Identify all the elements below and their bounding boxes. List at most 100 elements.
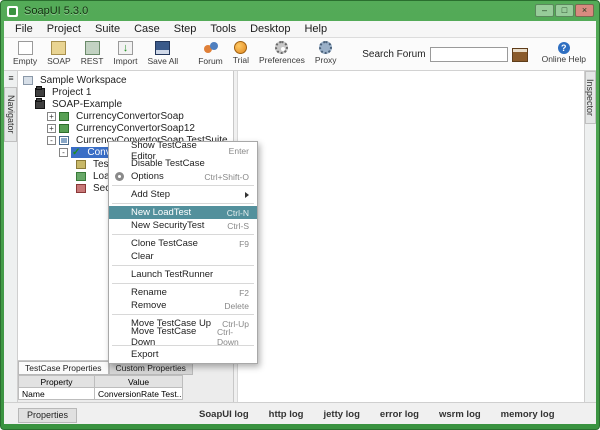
- menu-item-add-step[interactable]: Add Step: [109, 188, 257, 201]
- log-tab-wsrm[interactable]: wsrm log: [429, 407, 491, 424]
- trial-button[interactable]: Trial: [228, 40, 254, 66]
- log-tab-jetty[interactable]: jetty log: [313, 407, 369, 424]
- project-folder-icon: [35, 100, 45, 109]
- menu-item-label: New SecurityTest: [131, 220, 204, 231]
- menu-help[interactable]: Help: [297, 23, 334, 35]
- menu-shortcut: Ctrl-N: [219, 208, 249, 218]
- menu-shortcut: F2: [231, 288, 249, 298]
- menu-desktop[interactable]: Desktop: [243, 23, 297, 35]
- forum-button[interactable]: Forum: [193, 40, 228, 67]
- window-controls: – □ ×: [535, 4, 594, 17]
- toolbar-button-label: Trial: [233, 55, 249, 65]
- trial-icon: [234, 41, 247, 54]
- tab-testcase-properties[interactable]: TestCase Properties: [18, 361, 109, 375]
- menu-item-clear[interactable]: Clear: [109, 250, 257, 263]
- tree-item-currencyconvertorsoap12[interactable]: + CurrencyConvertorSoap12: [18, 122, 233, 134]
- project-folder-icon: [35, 88, 45, 97]
- save-all-button[interactable]: Save All: [142, 40, 183, 67]
- navigator-tab[interactable]: Navigator: [4, 87, 17, 142]
- menu-suite[interactable]: Suite: [88, 23, 127, 35]
- tree-item-label: CurrencyConvertorSoap12: [73, 123, 198, 134]
- menu-step[interactable]: Step: [167, 23, 204, 35]
- tree-item-sample-workspace[interactable]: Sample Workspace: [18, 74, 233, 86]
- import-button[interactable]: ↓ Import: [108, 40, 142, 67]
- expand-toggle-icon[interactable]: +: [47, 112, 56, 121]
- navigator-menu-icon[interactable]: ≡: [5, 73, 17, 83]
- property-name-cell[interactable]: Name: [19, 388, 95, 400]
- property-column-header[interactable]: Property: [19, 376, 95, 388]
- tree-item-project-1[interactable]: Project 1: [18, 86, 233, 98]
- log-tab-http[interactable]: http log: [259, 407, 314, 424]
- testcase-check-icon: ✓: [72, 148, 80, 157]
- search-forum-input[interactable]: [430, 47, 508, 62]
- empty-project-button[interactable]: Empty: [8, 40, 42, 67]
- expand-toggle-icon[interactable]: +: [47, 124, 56, 133]
- properties-table: Property Value Name ConversionRate Test.…: [18, 375, 183, 400]
- menu-shortcut: Enter: [221, 146, 249, 156]
- soap-project-button[interactable]: SOAP: [42, 40, 76, 67]
- toolbar-button-label: Empty: [13, 56, 37, 66]
- tree-item-label: CurrencyConvertorSoap: [73, 111, 187, 122]
- table-row: Name ConversionRate Test...: [19, 388, 183, 400]
- menu-item-label: Clone TestCase: [131, 238, 198, 249]
- tree-item-currencyconvertorsoap[interactable]: + CurrencyConvertorSoap: [18, 110, 233, 122]
- toolbar: Empty SOAP REST ↓ Import Save All Forum: [4, 38, 596, 71]
- menu-project[interactable]: Project: [40, 23, 88, 35]
- toolbar-button-label: REST: [81, 56, 104, 66]
- online-help-button[interactable]: ? Online Help: [542, 40, 586, 64]
- menu-item-move-testcase-down[interactable]: Move TestCase Down Ctrl-Down: [109, 330, 257, 343]
- main-area: ≡ Navigator Sample Workspace Project 1: [4, 71, 596, 402]
- proxy-button[interactable]: Proxy: [310, 40, 342, 66]
- test-steps-icon: [76, 160, 86, 169]
- tree-item-soap-example[interactable]: SOAP-Example: [18, 98, 233, 110]
- menu-item-export[interactable]: Export: [109, 348, 257, 361]
- menu-item-launch-testrunner[interactable]: Launch TestRunner: [109, 268, 257, 281]
- log-tab-memory[interactable]: memory log: [491, 407, 565, 424]
- collapse-toggle-icon[interactable]: -: [59, 148, 68, 157]
- menu-case[interactable]: Case: [127, 23, 167, 35]
- search-forum-go-icon[interactable]: [512, 48, 528, 62]
- property-value-cell[interactable]: ConversionRate Test...: [95, 388, 183, 400]
- log-tab-soapui[interactable]: SoapUI log: [189, 407, 259, 424]
- menu-item-new-loadtest[interactable]: New LoadTest Ctrl-N: [109, 206, 257, 219]
- value-column-header[interactable]: Value: [95, 376, 183, 388]
- window-content: File Project Suite Case Step Tools Deskt…: [4, 21, 596, 424]
- menu-shortcut: Ctrl-Down: [209, 327, 249, 347]
- menu-separator: [112, 283, 254, 284]
- toolbar-button-label: Save All: [147, 56, 178, 66]
- log-tabs: SoapUI log http log jetty log error log …: [189, 407, 565, 424]
- bottom-bar: Properties SoapUI log http log jetty log…: [4, 402, 596, 424]
- menu-item-label: New LoadTest: [131, 207, 191, 218]
- menu-item-rename[interactable]: Rename F2: [109, 286, 257, 299]
- menu-item-remove[interactable]: Remove Delete: [109, 299, 257, 312]
- properties-bottom-tab[interactable]: Properties: [18, 408, 77, 423]
- log-tab-error[interactable]: error log: [370, 407, 429, 424]
- inspector-tab[interactable]: Inspector: [585, 71, 596, 124]
- menu-item-label: Remove: [131, 300, 166, 311]
- rest-project-icon: [85, 41, 100, 55]
- soapui-window: SoapUI 5.3.0 – □ × File Project Suite Ca…: [0, 0, 600, 430]
- menu-item-clone-testcase[interactable]: Clone TestCase F9: [109, 237, 257, 250]
- maximize-button[interactable]: □: [555, 4, 574, 17]
- soapui-logo-icon: [7, 6, 18, 17]
- menu-tools[interactable]: Tools: [203, 23, 243, 35]
- search-forum-label: Search Forum: [362, 49, 425, 60]
- menu-item-new-securitytest[interactable]: New SecurityTest Ctrl-S: [109, 219, 257, 232]
- save-all-icon: [155, 41, 170, 55]
- menu-item-options[interactable]: Options Ctrl+Shift-O: [109, 170, 257, 183]
- collapse-toggle-icon[interactable]: -: [47, 136, 56, 145]
- menu-item-disable-testcase[interactable]: Disable TestCase: [109, 157, 257, 170]
- menu-file[interactable]: File: [8, 23, 40, 35]
- toolbar-button-label: Forum: [198, 56, 223, 66]
- toolbar-button-label: Preferences: [259, 55, 305, 65]
- menu-item-label: Options: [131, 171, 164, 182]
- menubar: File Project Suite Case Step Tools Deskt…: [4, 21, 596, 38]
- menu-item-show-testcase-editor[interactable]: Show TestCase Editor Enter: [109, 144, 257, 157]
- minimize-button[interactable]: –: [535, 4, 554, 17]
- testcase-properties-panel: TestCase Properties Custom Properties Pr…: [18, 360, 233, 402]
- menu-item-label: Launch TestRunner: [131, 269, 213, 280]
- rest-project-button[interactable]: REST: [76, 40, 109, 67]
- close-button[interactable]: ×: [575, 4, 594, 17]
- preferences-button[interactable]: Preferences: [254, 40, 310, 66]
- help-icon: ?: [558, 42, 570, 54]
